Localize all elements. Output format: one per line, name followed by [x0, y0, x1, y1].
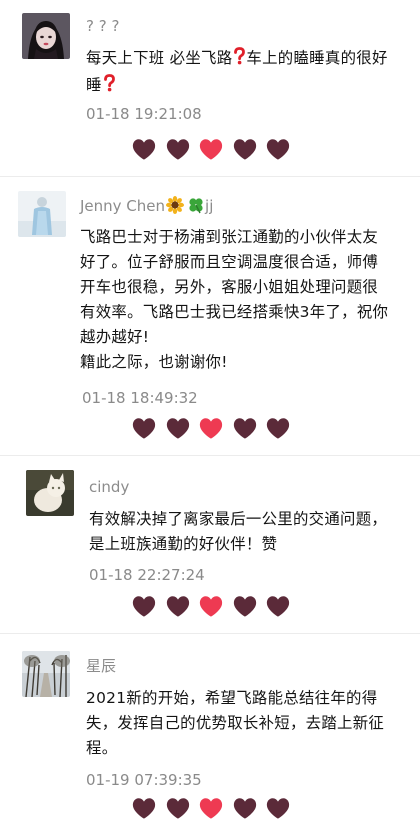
comment-text-line: 好了。位子舒服而且空调温度很合适，师傅: [80, 253, 379, 271]
comment-text-line: 每天上下班 必坐飞路: [86, 49, 233, 67]
heart-dark-icon[interactable]: [232, 594, 258, 618]
comment-timestamp: 01-18 19:21:08: [86, 105, 202, 123]
heart-dark-icon[interactable]: [265, 594, 291, 618]
sunflower-icon: [166, 196, 185, 219]
comment-text: 2021新的开始，希望飞路能总结往年的得 失，发挥自己的优势取长补短，去踏上新征…: [86, 686, 384, 761]
comment-timestamp: 01-18 18:49:32: [82, 389, 198, 407]
divider: [0, 455, 420, 456]
heart-dark-icon[interactable]: [265, 416, 291, 440]
avatar[interactable]: [22, 13, 70, 59]
heart-dark-icon[interactable]: [265, 796, 291, 820]
comment-text-line: 2021新的开始，希望飞路能总结往年的得: [86, 689, 378, 707]
avatar[interactable]: [18, 191, 66, 237]
rating-hearts: [131, 593, 291, 619]
heart-red-icon[interactable]: [198, 594, 224, 618]
heart-dark-icon[interactable]: [232, 137, 258, 161]
comment-text-line: 车上的瞌睡真的很好: [246, 49, 388, 67]
comment-text-line: 睡: [86, 76, 102, 94]
rating-hearts: [131, 795, 291, 821]
comment-text-line: 籍此之际，也谢谢你!: [80, 353, 228, 371]
heart-dark-icon[interactable]: [165, 137, 191, 161]
comment-author-name-suffix: jj: [205, 197, 214, 215]
heart-dark-icon[interactable]: [232, 796, 258, 820]
comment-text-line: 飞路巴士对于杨浦到张江通勤的小伙伴太友: [80, 228, 379, 246]
heart-dark-icon[interactable]: [131, 416, 157, 440]
comment-text-line: 有效率。飞路巴士我已经搭乘快3年了，祝你: [80, 303, 389, 321]
comment-author-name-text: Jenny Chen: [80, 197, 166, 215]
comment-text-line: 失，发挥自己的优势取长补短，去踏上新征: [86, 714, 385, 732]
heart-dark-icon[interactable]: [131, 594, 157, 618]
comment-author-name[interactable]: cindy: [89, 477, 129, 497]
comment-timestamp: 01-18 22:27:24: [89, 566, 205, 584]
heart-dark-icon[interactable]: [232, 416, 258, 440]
heart-dark-icon[interactable]: [265, 137, 291, 161]
four-leaf-clover-icon: [187, 196, 205, 219]
heart-dark-icon[interactable]: [165, 416, 191, 440]
heart-red-icon[interactable]: [198, 137, 224, 161]
comment-author-name[interactable]: ? ? ?: [86, 16, 119, 36]
heart-dark-icon[interactable]: [165, 796, 191, 820]
rating-hearts: [131, 136, 291, 162]
comment-text-line: 开车也很稳，另外，客服小姐姐处理问题很: [80, 278, 379, 296]
divider: [0, 176, 420, 177]
avatar[interactable]: [26, 470, 74, 516]
comment-text: 每天上下班 必坐飞路 车上的瞌睡真的很好 睡: [86, 46, 388, 100]
heart-red-icon[interactable]: [198, 796, 224, 820]
red-question-mark-icon: [233, 47, 246, 73]
red-question-mark-icon: [103, 74, 116, 100]
heart-dark-icon[interactable]: [131, 796, 157, 820]
comment-author-name[interactable]: 星辰: [86, 656, 116, 676]
comment-text-line: 程。: [86, 739, 118, 757]
comment-text-line: 越办越好!: [80, 328, 150, 346]
rating-hearts: [131, 415, 291, 441]
comment-timestamp: 01-19 07:39:35: [86, 771, 202, 789]
comment-text: 有效解决掉了离家最后一公里的交通问题， 是上班族通勤的好伙伴！赞: [89, 507, 387, 557]
avatar[interactable]: [22, 651, 70, 697]
divider: [0, 633, 420, 634]
comment-text-line: 是上班族通勤的好伙伴！赞: [89, 535, 278, 553]
comment-text: 飞路巴士对于杨浦到张江通勤的小伙伴太友 好了。位子舒服而且空调温度很合适，师傅 …: [80, 225, 388, 375]
comment-text-line: 有效解决掉了离家最后一公里的交通问题，: [89, 510, 388, 528]
comment-author-name[interactable]: Jenny Chen jj: [80, 196, 213, 219]
heart-dark-icon[interactable]: [165, 594, 191, 618]
heart-red-icon[interactable]: [198, 416, 224, 440]
heart-dark-icon[interactable]: [131, 137, 157, 161]
